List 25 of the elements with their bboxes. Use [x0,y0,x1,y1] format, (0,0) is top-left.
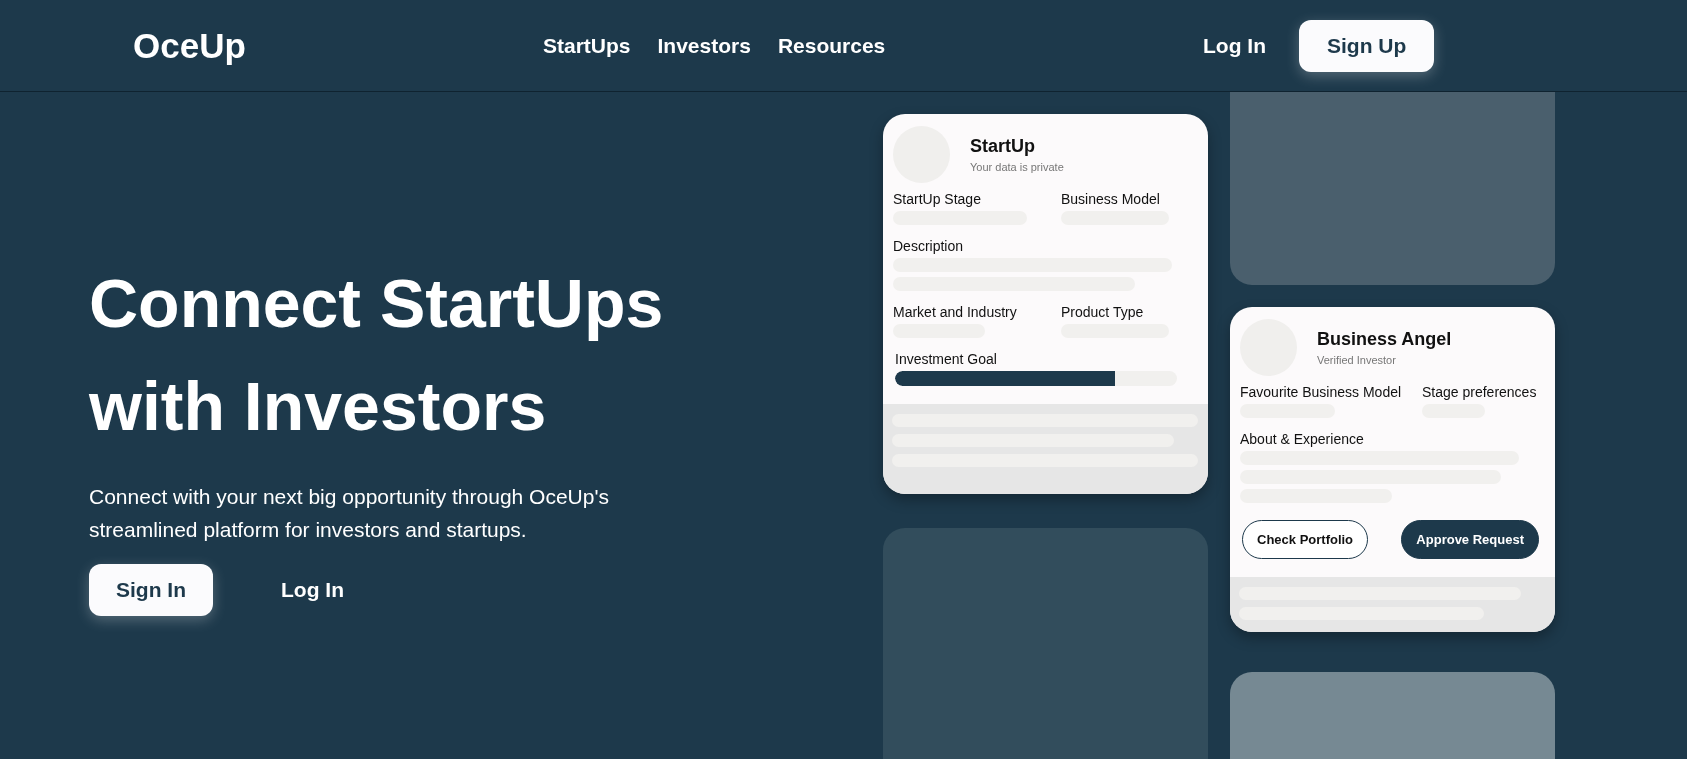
field-label: Product Type [1061,304,1145,320]
field-label: Investment Goal [895,351,998,367]
portfolio-button[interactable]: Check Portfolio [1242,520,1369,559]
nav-link[interactable]: StartUps [543,33,631,58]
field-label: StartUp Stage [893,191,982,207]
logo[interactable]: OceUp [133,25,543,66]
nav-link[interactable]: Resources [777,33,886,58]
hero-title: Connect StartUps with Investors [89,264,665,446]
card-title: Business Angel [1317,329,1452,350]
field-label: About & Experience [1240,431,1365,447]
nav-link[interactable]: Investors [657,33,751,58]
card-subtitle: Your data is private [970,161,1064,173]
signin-button[interactable]: Sign In [89,564,213,616]
approve-button[interactable]: Approve Request [1401,520,1539,559]
field-label: Favourite Business Model [1240,384,1403,400]
login-link[interactable]: Log In [281,578,344,602]
card-title: StartUp [970,136,1036,157]
field-label: Market and Industry [893,304,1018,320]
login-link[interactable]: Log In [1203,33,1266,58]
card-subtitle: Verified Investor [1317,354,1397,366]
field-label: Description [893,238,965,254]
field-label: Stage preferences [1422,384,1538,400]
signup-button[interactable]: Sign Up [1299,19,1435,72]
hero-subtitle: Connect with your next big opportunity through OceUp's streamlined platform for investors and startups. [89,484,610,543]
field-label: Business Model [1061,191,1161,207]
